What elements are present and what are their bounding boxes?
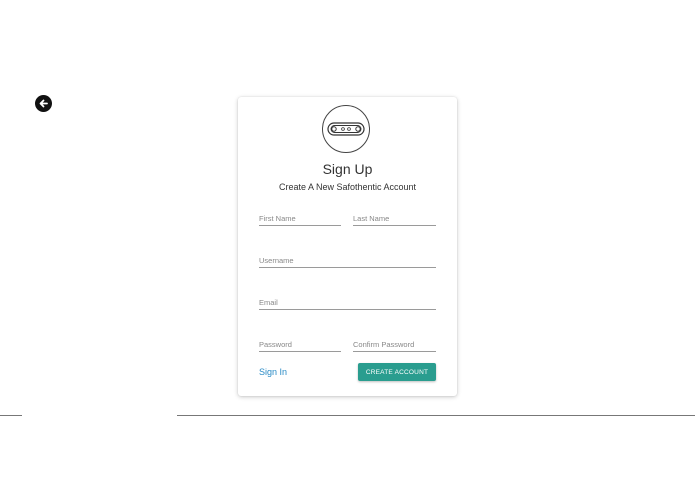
password-input[interactable]	[259, 336, 341, 353]
divider-gap	[22, 414, 177, 417]
first-name-input[interactable]	[259, 210, 341, 227]
logo	[322, 105, 370, 153]
password-field[interactable]	[259, 334, 341, 353]
signup-card: Sign Up Create A New Safothentic Account…	[238, 97, 457, 396]
chain-link-logo-icon	[327, 122, 365, 136]
first-name-field[interactable]	[259, 208, 341, 227]
back-button[interactable]	[35, 95, 52, 112]
page-title: Sign Up	[322, 161, 373, 177]
email-input[interactable]	[259, 294, 436, 311]
email-field[interactable]	[259, 292, 436, 311]
confirm-password-input[interactable]	[353, 336, 436, 353]
username-input[interactable]	[259, 252, 436, 269]
arrow-left-circle-icon	[39, 99, 48, 108]
page-subtitle: Create A New Safothentic Account	[278, 182, 417, 192]
create-account-button[interactable]: CREATE ACCOUNT	[358, 363, 436, 381]
sign-in-link[interactable]: Sign In	[259, 367, 287, 377]
confirm-password-field[interactable]	[353, 334, 436, 353]
last-name-input[interactable]	[353, 210, 436, 227]
username-field[interactable]	[259, 250, 436, 269]
last-name-field[interactable]	[353, 208, 436, 227]
